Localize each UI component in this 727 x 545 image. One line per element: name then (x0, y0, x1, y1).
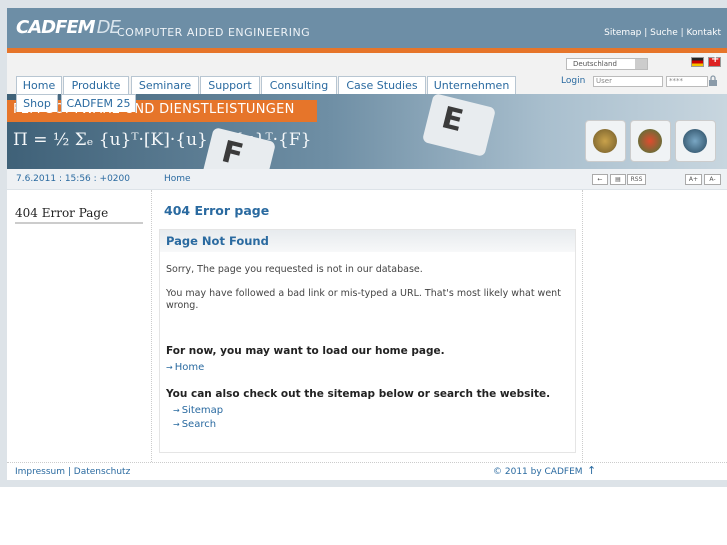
sitemap-link[interactable]: Sitemap (604, 28, 641, 38)
tab-unternehmen[interactable]: Unternehmen (427, 76, 516, 94)
sitemap-link-main[interactable]: → Sitemap (173, 405, 223, 416)
german-flag-icon[interactable] (691, 57, 704, 67)
country-select-value: Deutschland (573, 60, 617, 68)
footer-links: Impressum | Datenschutz (15, 467, 131, 477)
key-e-label: E (438, 100, 467, 140)
tab-shop[interactable]: Shop (16, 94, 58, 112)
back-to-top-icon[interactable]: ↑ (587, 464, 596, 477)
arrow-icon: → (166, 363, 173, 372)
top-links: Sitemap | Suche | Kontakt (604, 28, 721, 38)
header: CADFEM DE COMPUTER AIDED ENGINEERING Site… (7, 8, 727, 48)
breadcrumb[interactable]: Home (164, 174, 191, 184)
copyright: © 2011 by CADFEM (493, 467, 583, 477)
suche-link[interactable]: Suche (650, 28, 678, 38)
page-title: 404 Error page (164, 203, 270, 218)
footer: Impressum | Datenschutz © 2011 by CADFEM… (7, 462, 727, 480)
logo-main: CADFEM (16, 17, 96, 38)
tab-seminare[interactable]: Seminare (131, 76, 199, 94)
tab-case-studies[interactable]: Case Studies (338, 76, 426, 94)
main-content: 404 Error page Page Not Found Sorry, The… (152, 190, 583, 462)
error-message: Sorry, The page you requested is not in … (166, 264, 423, 275)
info-bar: 7.6.2011 : 15:56 : +0200 Home ← ▤ RSS A+… (7, 169, 727, 190)
login-password-input[interactable]: **** (666, 76, 708, 87)
tab-home[interactable]: Home (16, 76, 62, 94)
tab-support[interactable]: Support (200, 76, 260, 94)
key-f-label: F (218, 134, 247, 169)
back-icon[interactable]: ← (592, 174, 608, 185)
keyboard-key-e: E (421, 94, 497, 157)
right-sidebar (584, 190, 727, 462)
tagline: COMPUTER AIDED ENGINEERING (117, 26, 311, 39)
search-link-label: Search (181, 419, 217, 430)
page: CADFEM DE COMPUTER AIDED ENGINEERING Site… (7, 8, 727, 480)
left-sidebar: 404 Error Page (7, 190, 152, 462)
tab-consulting[interactable]: Consulting (261, 76, 337, 94)
home-link[interactable]: → Home (166, 362, 204, 373)
search-link[interactable]: → Search (173, 419, 216, 430)
kontakt-link[interactable]: Kontakt (687, 28, 721, 38)
home-hint: For now, you may want to load our home p… (166, 345, 445, 357)
tab-cadfem-25[interactable]: CADFEM 25 (61, 94, 136, 112)
login-user-input[interactable]: User (593, 76, 663, 87)
login-label: Login (561, 76, 586, 86)
product-thumb-gearbox[interactable] (585, 120, 626, 162)
home-link-label: Home (174, 362, 205, 373)
tab-produkte[interactable]: Produkte (63, 76, 129, 94)
swiss-flag-icon[interactable] (708, 54, 721, 67)
product-thumb-turbine[interactable] (675, 120, 716, 162)
font-larger-button[interactable]: A+ (685, 174, 702, 185)
arrow-icon: → (173, 420, 180, 429)
datenschutz-link[interactable]: Datenschutz (74, 467, 131, 477)
print-icon[interactable]: ▤ (610, 174, 626, 185)
lock-icon[interactable] (708, 75, 718, 86)
date-time: 7.6.2011 : 15:56 : +0200 (16, 174, 130, 184)
error-box-title: Page Not Found (160, 230, 575, 252)
logo[interactable]: CADFEM DE (16, 17, 121, 38)
product-thumb-valve[interactable] (630, 120, 671, 162)
country-select[interactable]: Deutschland (566, 58, 648, 70)
select-arrow-icon (635, 59, 647, 69)
font-smaller-button[interactable]: A- (704, 174, 721, 185)
arrow-icon: → (173, 406, 180, 415)
error-explanation: You may have followed a bad link or mis-… (166, 288, 561, 311)
sidebar-title: 404 Error Page (15, 206, 143, 224)
sitemap-hint: You can also check out the sitemap below… (166, 388, 551, 400)
sitemap-link-label: Sitemap (181, 405, 224, 416)
impressum-link[interactable]: Impressum (15, 467, 65, 477)
rss-button[interactable]: RSS (627, 174, 646, 185)
error-box: Page Not Found Sorry, The page you reque… (159, 229, 576, 453)
